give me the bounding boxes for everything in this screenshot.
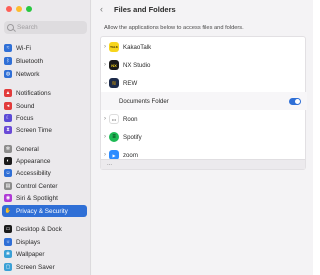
main-pane: ‹ Files and Folders Allow the applicatio…	[92, 0, 313, 275]
control-center-icon: ▤	[4, 182, 12, 190]
sidebar-item-label: Control Center	[16, 182, 58, 190]
sidebar-item-control-center[interactable]: ▤ Control Center	[2, 180, 87, 192]
sidebar-item-wifi[interactable]: ≈ Wi-Fi	[2, 42, 87, 54]
bell-icon: ▲	[4, 89, 12, 97]
minimize-window-button[interactable]	[16, 6, 22, 12]
sidebar-item-label: Screen Saver	[16, 263, 55, 271]
sidebar-item-screen-time[interactable]: ⧗ Screen Time	[2, 124, 87, 136]
sidebar-item-wallpaper[interactable]: ❀ Wallpaper	[2, 248, 87, 260]
sidebar-item-label: Desktop & Dock	[16, 225, 62, 233]
spotify-icon: ≡	[109, 132, 119, 142]
chevron-right-icon[interactable]: ›	[104, 62, 106, 68]
sidebar-item-label: Bluetooth	[16, 57, 44, 65]
page-description: Allow the applications below to access f…	[104, 25, 244, 31]
app-name: NX Studio	[123, 61, 151, 69]
chevron-right-icon[interactable]: ›	[104, 116, 106, 122]
sidebar-item-label: Focus	[16, 114, 34, 122]
bluetooth-icon: ᛒ	[4, 57, 12, 65]
sidebar-item-label: Wi-Fi	[16, 44, 31, 52]
zoom-window-button[interactable]	[26, 6, 32, 12]
app-name: Roon	[123, 115, 138, 123]
sidebar-item-network[interactable]: ◍ Network	[2, 68, 87, 80]
sidebar-item-desktop-dock[interactable]: ▭ Desktop & Dock	[2, 223, 87, 235]
permission-label: Documents Folder	[119, 97, 169, 105]
documents-folder-toggle[interactable]	[289, 97, 301, 105]
chevron-right-icon[interactable]: ›	[104, 134, 106, 140]
gear-icon: ✻	[4, 145, 12, 153]
wallpaper-icon: ❀	[4, 250, 12, 258]
sidebar-item-accessibility[interactable]: ☺ Accessibility	[2, 167, 87, 179]
search-input[interactable]	[17, 24, 85, 31]
sidebar-item-screen-saver[interactable]: ▢ Screen Saver	[2, 261, 87, 273]
back-chevron-icon[interactable]: ‹	[100, 4, 103, 14]
sidebar-item-label: Notifications	[16, 89, 51, 97]
sidebar-item-label: Screen Time	[16, 126, 52, 134]
app-name: Spotify	[123, 133, 142, 141]
nx-studio-icon: NX	[109, 60, 119, 70]
search-field[interactable]	[4, 21, 87, 34]
app-row-spotify[interactable]: › ≡ Spotify	[101, 128, 307, 146]
chevron-right-icon[interactable]: ›	[104, 152, 106, 158]
chevron-down-icon[interactable]: ›	[102, 82, 108, 84]
app-name: REW	[123, 79, 138, 87]
sidebar-item-label: General	[16, 145, 39, 153]
siri-icon: ◉	[4, 194, 12, 202]
app-name: KakaoTalk	[123, 43, 152, 51]
speaker-icon: ◂	[4, 102, 12, 110]
sidebar-item-label: Displays	[16, 238, 41, 246]
page-title: Files and Folders	[114, 5, 176, 14]
search-icon	[7, 24, 14, 31]
app-row-nx-studio[interactable]: › NX NX Studio	[101, 56, 307, 74]
sidebar-item-sound[interactable]: ◂ Sound	[2, 100, 87, 112]
window-controls	[6, 6, 32, 12]
kakaotalk-icon: TALK	[109, 42, 119, 52]
moon-icon: ☾	[4, 114, 12, 122]
permission-row-documents: Documents Folder	[101, 92, 307, 110]
hand-icon: ✋	[4, 207, 12, 215]
sidebar-item-label: Privacy & Security	[16, 207, 68, 215]
list-footer: ...	[101, 159, 305, 169]
app-row-roon[interactable]: › ••• Roon	[101, 110, 307, 128]
sidebar-item-siri-spotlight[interactable]: ◉ Siri & Spotlight	[2, 192, 87, 204]
sidebar-item-focus[interactable]: ☾ Focus	[2, 112, 87, 124]
sidebar-item-label: Siri & Spotlight	[16, 194, 58, 202]
sidebar-item-privacy-security[interactable]: ✋ Privacy & Security	[2, 205, 87, 217]
hourglass-icon: ⧗	[4, 126, 12, 134]
apps-list: › TALK KakaoTalk › NX NX Studio › ≋ REW …	[100, 36, 307, 170]
sidebar-item-label: Network	[16, 70, 40, 78]
display-icon: ☼	[4, 238, 12, 246]
app-name: zoom	[123, 151, 138, 159]
sidebar-item-label: Sound	[16, 102, 35, 110]
close-window-button[interactable]	[6, 6, 12, 12]
sidebar-item-displays[interactable]: ☼ Displays	[2, 236, 87, 248]
globe-icon: ◍	[4, 70, 12, 78]
settings-window: ≈ Wi-Fi ᛒ Bluetooth ◍ Network ▲ Notifica…	[0, 0, 313, 275]
accessibility-icon: ☺	[4, 169, 12, 177]
sidebar-item-bluetooth[interactable]: ᛒ Bluetooth	[2, 55, 87, 67]
sidebar-item-label: Wallpaper	[16, 250, 45, 258]
screen-saver-icon: ▢	[4, 263, 12, 271]
sidebar: ≈ Wi-Fi ᛒ Bluetooth ◍ Network ▲ Notifica…	[0, 0, 91, 275]
sidebar-item-label: Accessibility	[16, 169, 51, 177]
roon-icon: •••	[109, 114, 119, 124]
chevron-right-icon[interactable]: ›	[104, 44, 106, 50]
wifi-icon: ≈	[4, 44, 12, 52]
sidebar-item-general[interactable]: ✻ General	[2, 143, 87, 155]
dock-icon: ▭	[4, 225, 12, 233]
sidebar-item-label: Appearance	[16, 157, 51, 165]
sidebar-item-notifications[interactable]: ▲ Notifications	[2, 87, 87, 99]
appearance-icon: ◐	[4, 157, 12, 165]
app-row-kakaotalk[interactable]: › TALK KakaoTalk	[101, 38, 307, 56]
rew-icon: ≋	[109, 78, 119, 88]
sidebar-item-appearance[interactable]: ◐ Appearance	[2, 155, 87, 167]
more-options-button[interactable]: ...	[107, 161, 112, 167]
app-row-rew[interactable]: › ≋ REW	[101, 74, 307, 92]
